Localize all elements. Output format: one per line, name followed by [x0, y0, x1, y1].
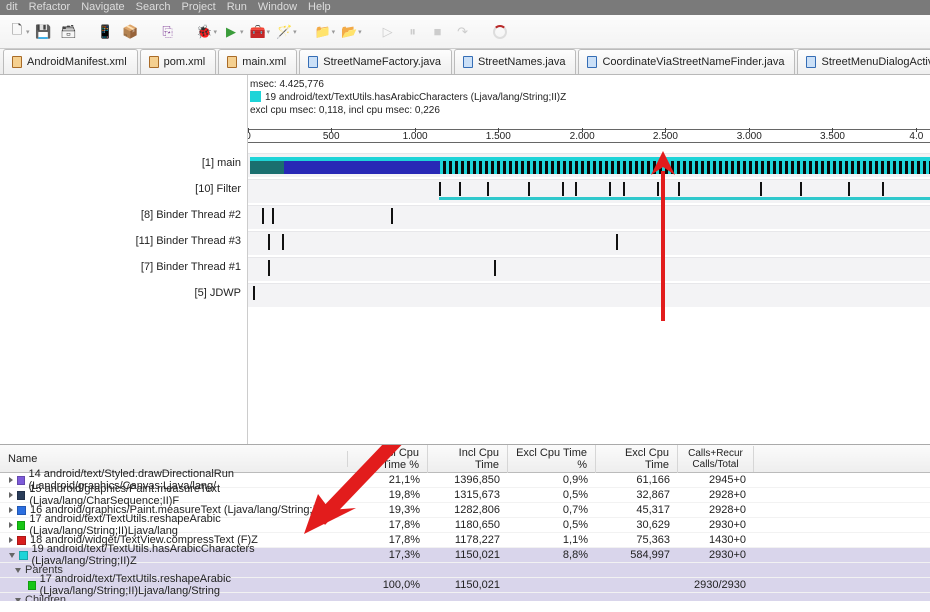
thread-list: [1] main [10] Filter [8] Binder Thread #…	[0, 75, 248, 444]
file-tabs[interactable]: AndroidManifest.xml pom.xml main.xml Str…	[0, 49, 930, 75]
menu-refactor[interactable]: Refactor	[29, 1, 71, 13]
disclose-icon[interactable]	[9, 553, 15, 558]
menu-search[interactable]: Search	[136, 1, 171, 13]
suspend-icon[interactable]: ⏸	[402, 21, 424, 43]
color-swatch-icon	[17, 491, 25, 500]
tab-streetmenudialog[interactable]: StreetMenuDialogActivity.java	[797, 49, 930, 74]
disclose-icon[interactable]	[15, 568, 21, 573]
wand-icon[interactable]: 🪄	[273, 21, 295, 43]
color-swatch-icon	[19, 551, 28, 560]
menu-window[interactable]: Window	[258, 1, 297, 13]
toolbar: 🗋▾ 💾 🗃 📱 📦 ⎘ 🐞▾ ▶▾ 🧰▾ 🪄▾ 📁▾ 📂▾ ▷ ⏸ ■ ↷	[0, 15, 930, 49]
project-open-icon[interactable]: 📂	[338, 21, 360, 43]
thread-binder1: [7] Binder Thread #1	[141, 261, 241, 273]
menu-navigate[interactable]: Navigate	[81, 1, 124, 13]
external-icon[interactable]: 🧰	[247, 21, 269, 43]
menu-edit[interactable]: dit	[6, 1, 18, 13]
menu-run[interactable]: Run	[227, 1, 247, 13]
timeline[interactable]: msec: 4.425,776 19 android/text/TextUtil…	[248, 75, 930, 444]
save-icon[interactable]: 💾	[33, 21, 55, 43]
disclose-icon[interactable]	[9, 522, 13, 528]
time-ruler: 05001.0001.5002.0002.5003.0003.5004.0	[248, 129, 930, 143]
tab-coordinatefinder[interactable]: CoordinateViaStreetNameFinder.java	[578, 49, 795, 74]
main-track	[250, 157, 930, 174]
toggle-icon[interactable]: ⎘	[157, 21, 179, 43]
thread-binder2: [8] Binder Thread #2	[141, 209, 241, 221]
profiler-panel: [1] main [10] Filter [8] Binder Thread #…	[0, 75, 930, 445]
loading-spinner-icon	[489, 21, 511, 43]
track-main[interactable]	[248, 153, 930, 177]
thread-filter: [10] Filter	[195, 183, 241, 195]
table-row[interactable]: 15 android/graphics/Paint.measureText (L…	[0, 488, 930, 503]
new-icon[interactable]: 🗋	[6, 21, 28, 43]
resume-icon[interactable]: ▷	[377, 21, 399, 43]
table-row[interactable]: 17 android/text/TextUtils.reshapeArabic …	[0, 518, 930, 533]
selected-swatch-icon	[250, 91, 261, 102]
run-icon[interactable]: ▶	[220, 21, 242, 43]
color-swatch-icon	[17, 521, 25, 530]
disclose-icon[interactable]	[15, 598, 21, 602]
thread-binder3: [11] Binder Thread #3	[136, 235, 241, 247]
track-binder2[interactable]	[248, 205, 930, 229]
menu-project[interactable]: Project	[181, 1, 215, 13]
table-row[interactable]: 19 android/text/TextUtils.hasArabicChara…	[0, 548, 930, 563]
method-table[interactable]: Name Incl Cpu Time % Incl Cpu Time Excl …	[0, 445, 930, 601]
tab-streetnamefactory[interactable]: StreetNameFactory.java	[299, 49, 452, 74]
sdk-icon[interactable]: 📦	[120, 21, 142, 43]
track-binder3[interactable]	[248, 231, 930, 255]
debug-icon[interactable]: 🐞	[194, 21, 216, 43]
thread-jdwp: [5] JDWP	[195, 287, 241, 299]
children-header[interactable]: Children	[0, 593, 930, 601]
tab-manifest[interactable]: AndroidManifest.xml	[3, 49, 138, 74]
save-all-icon[interactable]: 🗃	[58, 21, 80, 43]
stop-icon[interactable]: ■	[427, 21, 449, 43]
device-icon[interactable]: 📱	[95, 21, 117, 43]
table-row[interactable]: 17 android/text/TextUtils.reshapeArabic …	[0, 578, 930, 593]
selection-info: msec: 4.425,776 19 android/text/TextUtil…	[250, 78, 566, 117]
track-jdwp[interactable]	[248, 283, 930, 307]
disclose-icon[interactable]	[9, 492, 13, 498]
tab-streetnames[interactable]: StreetNames.java	[454, 49, 576, 74]
thread-main: [1] main	[202, 157, 241, 169]
project-new-icon[interactable]: 📁	[312, 21, 334, 43]
tab-mainxml[interactable]: main.xml	[218, 49, 297, 74]
step-icon[interactable]: ↷	[452, 21, 474, 43]
track-binder1[interactable]	[248, 257, 930, 281]
color-swatch-icon	[28, 581, 36, 590]
menu-help[interactable]: Help	[308, 1, 331, 13]
tab-pom[interactable]: pom.xml	[140, 49, 217, 74]
track-filter[interactable]	[248, 179, 930, 203]
menubar[interactable]: dit Refactor Navigate Search Project Run…	[0, 0, 930, 15]
